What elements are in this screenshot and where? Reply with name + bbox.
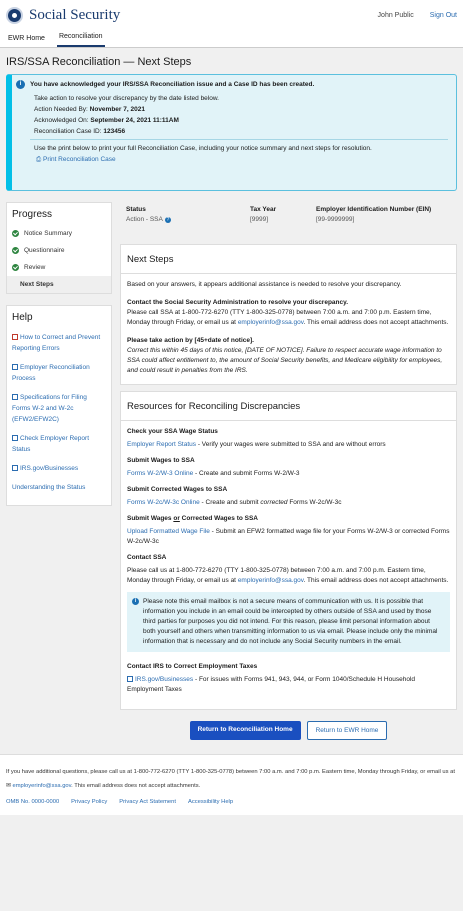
return-ewr-home-button[interactable]: Return to EWR Home <box>306 721 388 740</box>
help-link-specifications[interactable]: Specifications for Filing Forms W-2 and … <box>7 388 111 429</box>
page-title: IRS/SSA Reconciliation — Next Steps <box>6 56 192 68</box>
info-icon: i <box>16 80 25 89</box>
accessibility-help-link[interactable]: Accessibility Help <box>188 795 233 809</box>
external-link-icon <box>12 435 18 441</box>
progress-item-notice-summary[interactable]: Notice Summary <box>7 225 111 242</box>
help-icon[interactable]: ? <box>164 217 171 223</box>
check-icon <box>12 247 19 254</box>
contact-ssa-heading: Contact the Social Security Administrati… <box>127 299 349 306</box>
mail-icon: ✉ <box>6 783 11 789</box>
status-value: Action - SSA? <box>126 216 171 223</box>
resource-submit-corrected: Submit Corrected Wages to SSA Forms W-2c… <box>127 486 342 506</box>
print-instructions: Use the print below to print your full R… <box>34 145 372 152</box>
check-icon <box>12 264 19 271</box>
employer-report-status-link[interactable]: Employer Report Status <box>127 441 196 448</box>
resource-upload-file: Submit Wages or Corrected Wages to SSA U… <box>127 515 450 545</box>
top-bar: Social Security John Public Sign Out <box>0 0 463 30</box>
help-link-irs-businesses[interactable]: IRS.gov/Businesses <box>7 459 111 478</box>
help-link-understanding-status[interactable]: Understanding the Status <box>7 478 111 497</box>
deadline-heading: Please take action by [45+date of notice… <box>127 337 254 344</box>
help-link-correct-errors[interactable]: How to Correct and Prevent Reporting Err… <box>7 328 111 358</box>
resources-panel: Resources for Reconciling Discrepancies … <box>120 391 457 710</box>
brand-name: Social Security <box>29 6 121 23</box>
case-id-row: Reconciliation Case ID: 123456 <box>34 128 126 135</box>
user-name: John Public <box>377 11 414 19</box>
external-link-icon <box>12 394 18 400</box>
email-security-note: i Please note this email mailbox is not … <box>127 592 450 652</box>
check-icon <box>12 230 19 237</box>
resource-wage-status: Check your SSA Wage Status Employer Repo… <box>127 428 386 448</box>
case-summary: Status Action - SSA? Tax Year [9999] Emp… <box>120 202 457 238</box>
external-link-icon <box>12 465 18 471</box>
next-steps-panel: Next Steps Based on your answers, it app… <box>120 244 457 385</box>
tax-year-label: Tax Year <box>250 206 277 213</box>
forms-w2-w3-link[interactable]: Forms W-2/W-3 Online <box>127 470 193 477</box>
action-needed-row: Action Needed By: November 7, 2021 <box>34 106 145 113</box>
footer: If you have additional questions, please… <box>0 754 463 815</box>
omb-number-link[interactable]: OMB No. 0000-0000 <box>6 795 59 809</box>
next-steps-intro: Based on your answers, it appears additi… <box>127 281 402 288</box>
sign-out-link[interactable]: Sign Out <box>430 12 457 19</box>
upload-wage-file-link[interactable]: Upload Formatted Wage File <box>127 528 210 535</box>
status-label: Status <box>126 206 146 213</box>
progress-card: Progress Notice Summary Questionnaire Re… <box>6 202 112 294</box>
progress-item-next-steps: Next Steps <box>7 276 111 293</box>
external-link-icon <box>12 364 18 370</box>
ein-value: [99-9999999] <box>316 216 355 223</box>
email-link[interactable]: employerinfo@ssa.gov <box>238 319 304 326</box>
footer-contact-text: If you have additional questions, please… <box>6 769 455 789</box>
deadline-body: Correct this within 45 days of this noti… <box>127 347 443 374</box>
acknowledged-row: Acknowledged On: September 24, 2021 11:1… <box>34 117 179 124</box>
resource-contact-ssa: Contact SSA Please call us at 1-800-772-… <box>127 554 449 584</box>
info-icon: i <box>132 598 139 605</box>
email-link[interactable]: employerinfo@ssa.gov <box>238 577 304 584</box>
tab-reconciliation[interactable]: Reconciliation <box>56 33 105 47</box>
tax-year-value: [9999] <box>250 216 269 223</box>
help-card: Help How to Correct and Prevent Reportin… <box>6 305 112 506</box>
privacy-policy-link[interactable]: Privacy Policy <box>71 795 107 809</box>
alert-intro: Take action to resolve your discrepancy … <box>34 95 219 102</box>
progress-item-questionnaire[interactable]: Questionnaire <box>7 242 111 259</box>
printer-icon: ⎙ <box>36 156 42 163</box>
resources-title: Resources for Reconciling Discrepancies <box>121 392 456 421</box>
privacy-act-link[interactable]: Privacy Act Statement <box>119 795 176 809</box>
external-link-icon <box>127 676 133 682</box>
alert-heading: You have acknowledged your IRS/SSA Recon… <box>30 81 315 88</box>
next-steps-title: Next Steps <box>121 245 456 274</box>
main-nav: EWR Home Reconciliation <box>0 30 463 48</box>
ein-label: Employer Identification Number (EIN) <box>316 206 432 213</box>
help-title: Help <box>12 312 33 323</box>
case-created-alert: i You have acknowledged your IRS/SSA Rec… <box>6 74 457 191</box>
tab-ewr-home[interactable]: EWR Home <box>6 35 47 47</box>
progress-item-review[interactable]: Review <box>7 259 111 276</box>
resource-contact-irs: Contact IRS to Correct Employment Taxes … <box>127 663 416 693</box>
irs-businesses-link[interactable]: IRS.gov/Businesses <box>135 676 193 683</box>
contact-ssa-body: Please call SSA at 1-800-772-6270 (TTY 1… <box>127 309 449 326</box>
ssa-seal-logo <box>6 6 23 24</box>
resource-submit-wages: Submit Wages to SSA Forms W-2/W-3 Online… <box>127 457 300 477</box>
footer-email-link[interactable]: employerinfo@ssa.gov <box>12 783 71 789</box>
progress-title: Progress <box>12 209 53 220</box>
return-reconciliation-home-button[interactable]: Return to Reconciliation Home <box>189 721 301 740</box>
forms-w2c-w3c-link[interactable]: Forms W-2c/W-3c Online <box>127 499 200 506</box>
print-case-link[interactable]: ⎙ Print Reconciliation Case <box>36 156 448 164</box>
pdf-icon <box>12 334 18 340</box>
help-link-reconciliation-process[interactable]: Employer Reconciliation Process <box>7 358 111 388</box>
help-link-report-status[interactable]: Check Employer Report Status <box>7 429 111 459</box>
